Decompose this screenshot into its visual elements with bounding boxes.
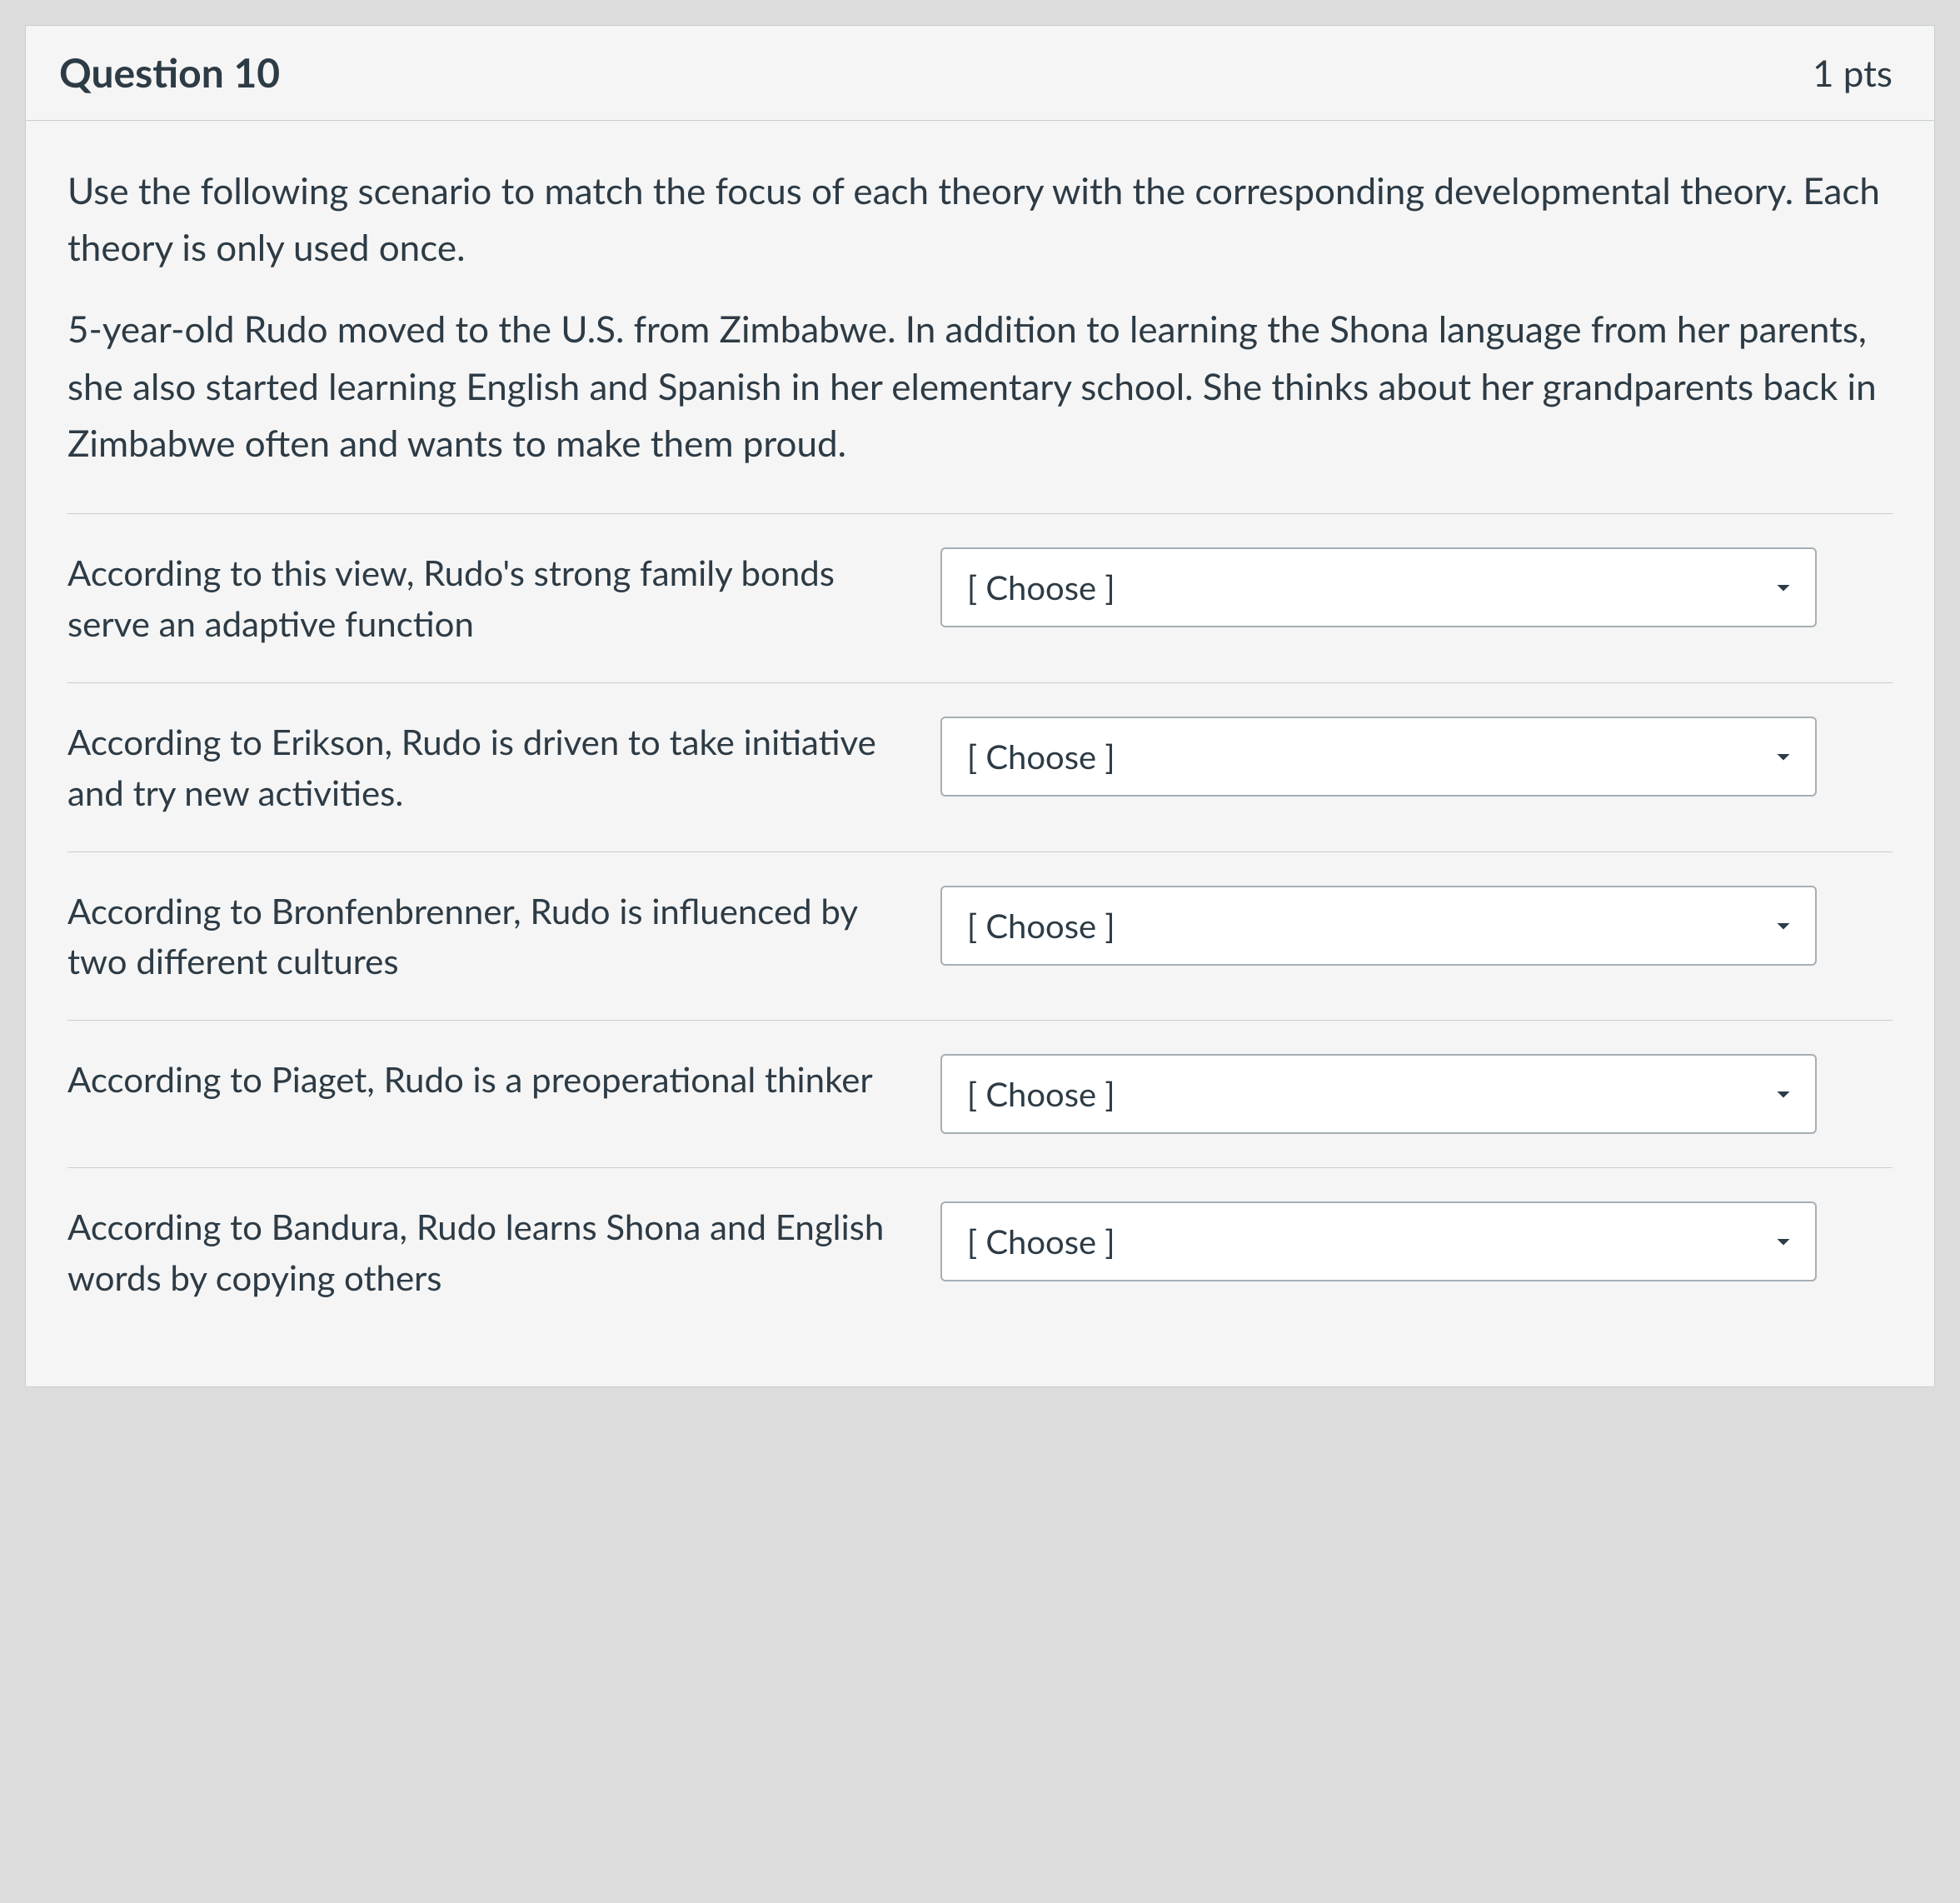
- question-body: Use the following scenario to match the …: [26, 121, 1934, 1386]
- match-row: According to Erikson, Rudo is driven to …: [67, 683, 1893, 852]
- question-instructions: Use the following scenario to match the …: [67, 162, 1893, 276]
- match-row: According to this view, Rudo's strong fa…: [67, 514, 1893, 683]
- match-prompt-1: According to this view, Rudo's strong fa…: [67, 547, 907, 649]
- match-select-wrapper: [ Choose ]: [940, 1054, 1817, 1134]
- match-select-2[interactable]: [ Choose ]: [940, 717, 1817, 797]
- match-select-wrapper: [ Choose ]: [940, 886, 1817, 966]
- match-row: According to Piaget, Rudo is a preoperat…: [67, 1021, 1893, 1168]
- match-select-wrapper: [ Choose ]: [940, 1201, 1817, 1281]
- match-select-5[interactable]: [ Choose ]: [940, 1201, 1817, 1281]
- match-prompt-2: According to Erikson, Rudo is driven to …: [67, 717, 907, 818]
- question-scenario: 5-year-old Rudo moved to the U.S. from Z…: [67, 301, 1893, 472]
- question-header: Question 10 1 pts: [26, 26, 1934, 121]
- match-select-4[interactable]: [ Choose ]: [940, 1054, 1817, 1134]
- question-title: Question 10: [59, 49, 280, 97]
- question-card: Question 10 1 pts Use the following scen…: [25, 25, 1935, 1387]
- question-points: 1 pts: [1813, 52, 1893, 95]
- match-row: According to Bronfenbrenner, Rudo is inf…: [67, 852, 1893, 1021]
- match-row: According to Bandura, Rudo learns Shona …: [67, 1168, 1893, 1336]
- match-select-3[interactable]: [ Choose ]: [940, 886, 1817, 966]
- match-select-wrapper: [ Choose ]: [940, 717, 1817, 797]
- match-select-1[interactable]: [ Choose ]: [940, 547, 1817, 627]
- match-prompt-3: According to Bronfenbrenner, Rudo is inf…: [67, 886, 907, 987]
- match-prompt-4: According to Piaget, Rudo is a preoperat…: [67, 1054, 907, 1105]
- matching-section: According to this view, Rudo's strong fa…: [67, 513, 1893, 1336]
- match-select-wrapper: [ Choose ]: [940, 547, 1817, 627]
- match-prompt-5: According to Bandura, Rudo learns Shona …: [67, 1201, 907, 1303]
